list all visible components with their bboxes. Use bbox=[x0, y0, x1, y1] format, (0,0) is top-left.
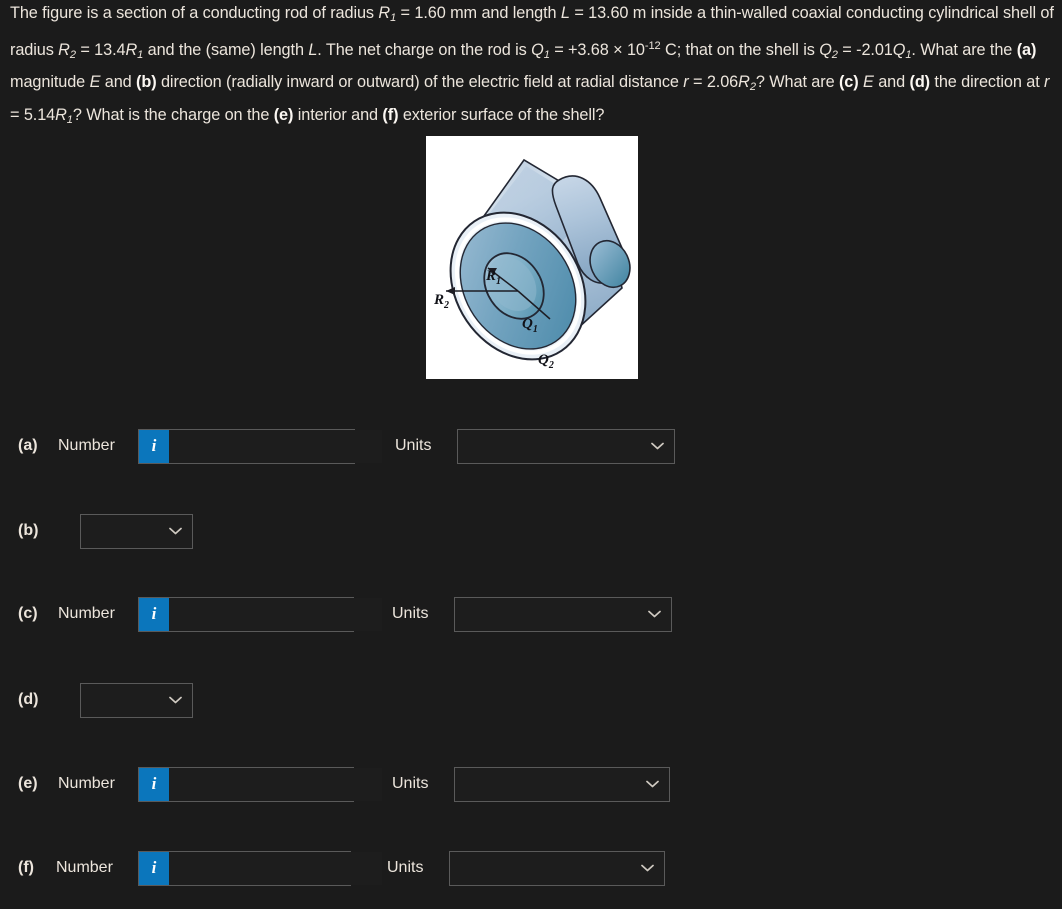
problem-text-segment: interior and bbox=[293, 105, 383, 124]
problem-text-segment: direction (radially inward or outward) o… bbox=[156, 72, 684, 91]
symbol-R1: R bbox=[125, 40, 138, 59]
problem-text-segment: = 5.14 bbox=[10, 105, 56, 124]
chevron-down-icon bbox=[169, 527, 182, 535]
part-marker-d: (d) bbox=[909, 72, 931, 91]
problem-text-segment: ? bbox=[755, 72, 765, 91]
problem-text-segment: = 1.60 mm and length bbox=[396, 4, 561, 22]
part-label-a: (a) bbox=[18, 437, 38, 454]
exponent: -12 bbox=[644, 39, 661, 52]
units-label-e: Units bbox=[392, 775, 429, 792]
number-input-group-f: i bbox=[138, 850, 382, 886]
number-input-e[interactable] bbox=[169, 767, 382, 801]
problem-text-segment: the direction at bbox=[930, 72, 1045, 91]
part-marker-f: (f) bbox=[382, 105, 399, 124]
part-marker-c: (c) bbox=[838, 72, 859, 91]
symbol-r: r bbox=[1044, 72, 1050, 91]
problem-text-segment: The figure is a section of a conducting … bbox=[10, 4, 379, 22]
direction-select-b[interactable] bbox=[80, 513, 193, 549]
units-select-c[interactable] bbox=[454, 596, 672, 632]
units-select-e[interactable] bbox=[454, 766, 670, 802]
answer-row-a: (a) Number i Units bbox=[0, 426, 675, 466]
symbol-R1: R bbox=[55, 105, 67, 124]
units-label-a: Units bbox=[395, 437, 432, 454]
problem-text-segment: What are bbox=[769, 72, 839, 91]
problem-text-segment: magnitude bbox=[10, 72, 90, 91]
units-select-f[interactable] bbox=[449, 850, 665, 886]
problem-text-segment: and the (same) length bbox=[143, 40, 309, 59]
part-label-e: (e) bbox=[18, 775, 38, 792]
chevron-down-icon bbox=[648, 610, 661, 618]
number-label-c: Number bbox=[58, 605, 115, 622]
symbol-Q1: Q bbox=[892, 40, 906, 59]
problem-text-segment: . What are the bbox=[911, 40, 1017, 59]
chevron-down-icon bbox=[641, 864, 654, 872]
units-select-a[interactable] bbox=[457, 428, 675, 464]
chevron-down-icon bbox=[646, 780, 659, 788]
info-icon-e[interactable]: i bbox=[139, 767, 169, 801]
number-label-a: Number bbox=[58, 437, 115, 454]
answer-row-d: (d) bbox=[0, 680, 193, 720]
info-icon-a[interactable]: i bbox=[139, 429, 169, 463]
problem-text-segment: C; that on the shell is bbox=[660, 40, 820, 59]
info-icon-c[interactable]: i bbox=[139, 597, 169, 631]
chevron-down-icon bbox=[651, 442, 664, 450]
number-input-group-c: i bbox=[138, 596, 382, 632]
symbol-L: L bbox=[560, 4, 570, 22]
info-icon-f[interactable]: i bbox=[139, 851, 169, 885]
symbol-E: E bbox=[89, 72, 101, 91]
part-label-d: (d) bbox=[18, 691, 39, 708]
problem-text-segment: and bbox=[873, 72, 910, 91]
part-marker-e: (e) bbox=[273, 105, 294, 124]
units-label-c: Units bbox=[392, 605, 429, 622]
chevron-down-icon bbox=[169, 696, 182, 704]
problem-text-segment: . The net charge on the rod is bbox=[317, 40, 532, 59]
answer-row-b: (b) bbox=[0, 511, 193, 551]
number-input-f[interactable] bbox=[169, 851, 382, 885]
problem-text-segment: = 13.4 bbox=[75, 40, 126, 59]
part-label-c: (c) bbox=[18, 605, 38, 622]
problem-figure: R1 R2 Q1 Q2 bbox=[426, 136, 638, 379]
direction-select-d[interactable] bbox=[80, 682, 193, 718]
symbol-L: L bbox=[308, 40, 318, 59]
number-label-e: Number bbox=[58, 775, 115, 792]
part-marker-a: (a) bbox=[1016, 40, 1037, 59]
symbol-E: E bbox=[863, 72, 874, 91]
problem-text-segment: and bbox=[100, 72, 137, 91]
number-input-group-e: i bbox=[138, 766, 382, 802]
number-label-f: Number bbox=[56, 859, 113, 876]
problem-text-segment: ? What is the charge on the bbox=[72, 105, 274, 124]
coaxial-rod-shell-svg: R1 R2 Q1 Q2 bbox=[426, 136, 638, 379]
number-input-group-a: i bbox=[138, 428, 382, 464]
symbol-R2: R bbox=[738, 72, 750, 91]
answer-row-f: (f) Number i Units bbox=[0, 848, 665, 888]
problem-text-segment: = 2.06 bbox=[688, 72, 739, 91]
symbol-Q1: Q bbox=[531, 40, 544, 59]
number-input-c[interactable] bbox=[169, 597, 382, 631]
part-label-b: (b) bbox=[18, 522, 39, 539]
problem-text-segment: -2.01 bbox=[856, 40, 893, 59]
number-input-a[interactable] bbox=[169, 429, 382, 463]
problem-text-segment: = +3.68 × 10 bbox=[549, 40, 645, 59]
symbol-R1: R bbox=[378, 4, 391, 22]
units-label-f: Units bbox=[387, 859, 424, 876]
answer-row-c: (c) Number i Units bbox=[0, 594, 672, 634]
problem-text-segment: = 13.60 m inside a thin-walled coaxial c… bbox=[569, 4, 924, 22]
part-label-f: (f) bbox=[18, 859, 34, 876]
problem-statement: The figure is a section of a conducting … bbox=[10, 0, 1055, 134]
symbol-R2: R bbox=[58, 40, 70, 59]
symbol-Q2: Q bbox=[819, 40, 832, 59]
answer-row-e: (e) Number i Units bbox=[0, 764, 670, 804]
problem-text-segment: exterior surface of the shell? bbox=[398, 105, 605, 124]
problem-text-segment: = bbox=[837, 40, 852, 59]
part-marker-b: (b) bbox=[136, 72, 157, 91]
